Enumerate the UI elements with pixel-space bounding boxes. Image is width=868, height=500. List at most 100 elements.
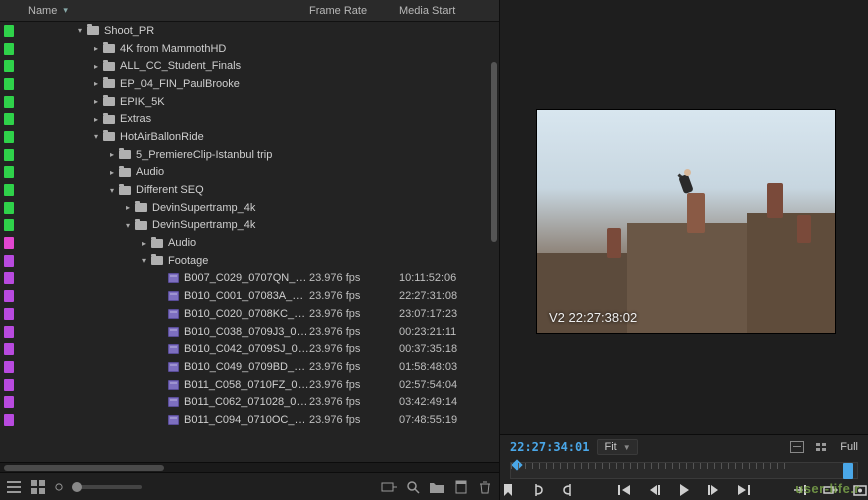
bin-row[interactable]: ▾DevinSupertramp_4k	[0, 217, 499, 235]
column-header-media-start[interactable]: Media Start	[399, 5, 499, 17]
freeform-view-button[interactable]	[54, 479, 64, 495]
vertical-scrollbar[interactable]	[491, 22, 497, 462]
clip-row[interactable]: B010_C042_0709SJ_001.mov.mov23.976 fps00…	[0, 340, 499, 358]
label-color-tag	[4, 113, 14, 125]
monitor-timeline[interactable]	[510, 462, 858, 479]
bin-row[interactable]: ▾ Footage	[0, 252, 499, 270]
disclosure-triangle-icon[interactable]: ▸	[106, 168, 118, 177]
mark-in-button[interactable]	[530, 482, 546, 498]
clip-row[interactable]: B011_C058_0710FZ_001.mov.mov23.976 fps02…	[0, 376, 499, 394]
disclosure-triangle-icon[interactable]: ▸	[106, 150, 118, 159]
media-start-cell: 01:58:48:03	[399, 361, 499, 373]
label-color-tag	[4, 25, 14, 37]
folder-icon	[118, 166, 132, 178]
scrollbar-thumb[interactable]	[491, 62, 497, 242]
disclosure-triangle-icon[interactable]: ▸	[90, 97, 102, 106]
add-marker-button[interactable]	[500, 482, 516, 498]
disclosure-triangle-icon[interactable]: ▾	[90, 132, 102, 141]
thumbnail-size-slider[interactable]	[72, 485, 142, 489]
playhead-timecode[interactable]: 22:27:34:01	[510, 440, 589, 454]
insert-button[interactable]	[792, 482, 808, 498]
disclosure-triangle-icon[interactable]: ▸	[90, 115, 102, 124]
zoom-dropdown[interactable]: Fit ▼	[597, 439, 637, 455]
label-color-tag	[4, 202, 14, 214]
slider-knob[interactable]	[72, 482, 82, 492]
disclosure-triangle-icon[interactable]: ▸	[122, 203, 134, 212]
row-label: Footage	[168, 255, 309, 267]
new-item-button[interactable]	[453, 479, 469, 495]
bin-row[interactable]: ▸Extras	[0, 110, 499, 128]
label-color-tag	[4, 343, 14, 355]
clip-row[interactable]: B010_C049_0709BD_001.mov.mov23.976 fps01…	[0, 358, 499, 376]
folder-icon	[118, 149, 132, 161]
clip-row[interactable]: B010_C038_0709J3_001.mov.mov23.976 fps00…	[0, 323, 499, 341]
play-button[interactable]	[676, 482, 692, 498]
clip-row[interactable]: B010_C020_0708KC_001.mov.mov23.976 fps23…	[0, 305, 499, 323]
column-header-name[interactable]: Name ▾	[0, 5, 309, 17]
folder-icon	[150, 237, 164, 249]
frame-rate-cell: 23.976 fps	[309, 414, 399, 426]
label-color-tag	[4, 149, 14, 161]
disclosure-triangle-icon[interactable]: ▸	[90, 62, 102, 71]
step-back-button[interactable]	[646, 482, 662, 498]
frame-rate-cell: 23.976 fps	[309, 308, 399, 320]
zoom-label: Fit	[604, 441, 616, 453]
disclosure-triangle-icon[interactable]: ▸	[90, 79, 102, 88]
clip-icon	[166, 308, 180, 320]
media-start-cell: 23:07:17:23	[399, 308, 499, 320]
clear-button[interactable]	[477, 479, 493, 495]
disclosure-triangle-icon[interactable]: ▸	[90, 44, 102, 53]
project-tree[interactable]: ▾Shoot_PR▸4K from MammothHD▸ALL_CC_Stude…	[0, 22, 499, 462]
go-to-out-button[interactable]	[736, 482, 752, 498]
bin-row[interactable]: ▾HotAirBallonRide	[0, 128, 499, 146]
clip-icon	[166, 290, 180, 302]
bin-row[interactable]: ▸5_PremiereClip-Istanbul trip	[0, 146, 499, 164]
bin-row[interactable]: ▸Audio	[0, 164, 499, 182]
folder-icon	[102, 43, 116, 55]
row-label: B011_C058_0710FZ_001.mov.mov	[184, 379, 309, 391]
bin-row[interactable]: ▸4K from MammothHD	[0, 40, 499, 58]
disclosure-triangle-icon[interactable]: ▾	[138, 256, 150, 265]
column-name-label: Name	[28, 5, 57, 17]
automate-to-sequence-icon[interactable]	[381, 479, 397, 495]
horizontal-scrollbar-thumb[interactable]	[4, 465, 164, 471]
bin-row[interactable]: ▸EPIK_5K	[0, 93, 499, 111]
frame-rate-cell: 23.976 fps	[309, 272, 399, 284]
bin-row[interactable]: ▾Shoot_PR	[0, 22, 499, 40]
disclosure-triangle-icon[interactable]: ▸	[138, 239, 150, 248]
project-toolbar	[0, 472, 499, 500]
icon-view-button[interactable]	[30, 479, 46, 495]
clip-icon	[166, 414, 180, 426]
clip-row[interactable]: B011_C062_071028_001.mov.mov23.976 fps03…	[0, 393, 499, 411]
disclosure-triangle-icon[interactable]: ▾	[122, 221, 134, 230]
safe-margins-icon[interactable]	[814, 439, 830, 455]
go-to-in-button[interactable]	[616, 482, 632, 498]
horizontal-scrollbar[interactable]	[0, 462, 499, 472]
bin-row[interactable]: ▸Audio	[0, 234, 499, 252]
disclosure-triangle-icon[interactable]: ▾	[74, 26, 86, 35]
list-view-button[interactable]	[6, 479, 22, 495]
row-label: B010_C038_0709J3_001.mov.mov	[184, 326, 309, 338]
resolution-label[interactable]: Full	[840, 441, 858, 453]
label-color-tag	[4, 308, 14, 320]
clip-row[interactable]: B007_C029_0707QN_001.mov.mov23.976 fps10…	[0, 270, 499, 288]
settings-view-icon[interactable]	[790, 441, 804, 453]
bin-row[interactable]: ▸ALL_CC_Student_Finals	[0, 57, 499, 75]
clip-row[interactable]: B010_C001_07083A_001.mov.mov23.976 fps22…	[0, 287, 499, 305]
find-button[interactable]	[405, 479, 421, 495]
export-frame-button[interactable]	[852, 482, 868, 498]
overwrite-button[interactable]	[822, 482, 838, 498]
bin-row[interactable]: ▾Different SEQ	[0, 181, 499, 199]
media-start-cell: 03:42:49:14	[399, 396, 499, 408]
bin-row[interactable]: ▸DevinSupertramp_4k	[0, 199, 499, 217]
mark-out-button[interactable]	[560, 482, 576, 498]
step-forward-button[interactable]	[706, 482, 722, 498]
viewer-area[interactable]: V2 22:27:38:02	[500, 0, 868, 434]
new-bin-button[interactable]	[429, 479, 445, 495]
media-start-cell: 10:11:52:06	[399, 272, 499, 284]
bin-row[interactable]: ▸EP_04_FIN_PaulBrooke	[0, 75, 499, 93]
label-color-tag	[4, 414, 14, 426]
column-header-frame-rate[interactable]: Frame Rate	[309, 5, 399, 17]
disclosure-triangle-icon[interactable]: ▾	[106, 186, 118, 195]
clip-row[interactable]: B011_C094_0710OC_001.mov.mov23.976 fps07…	[0, 411, 499, 429]
